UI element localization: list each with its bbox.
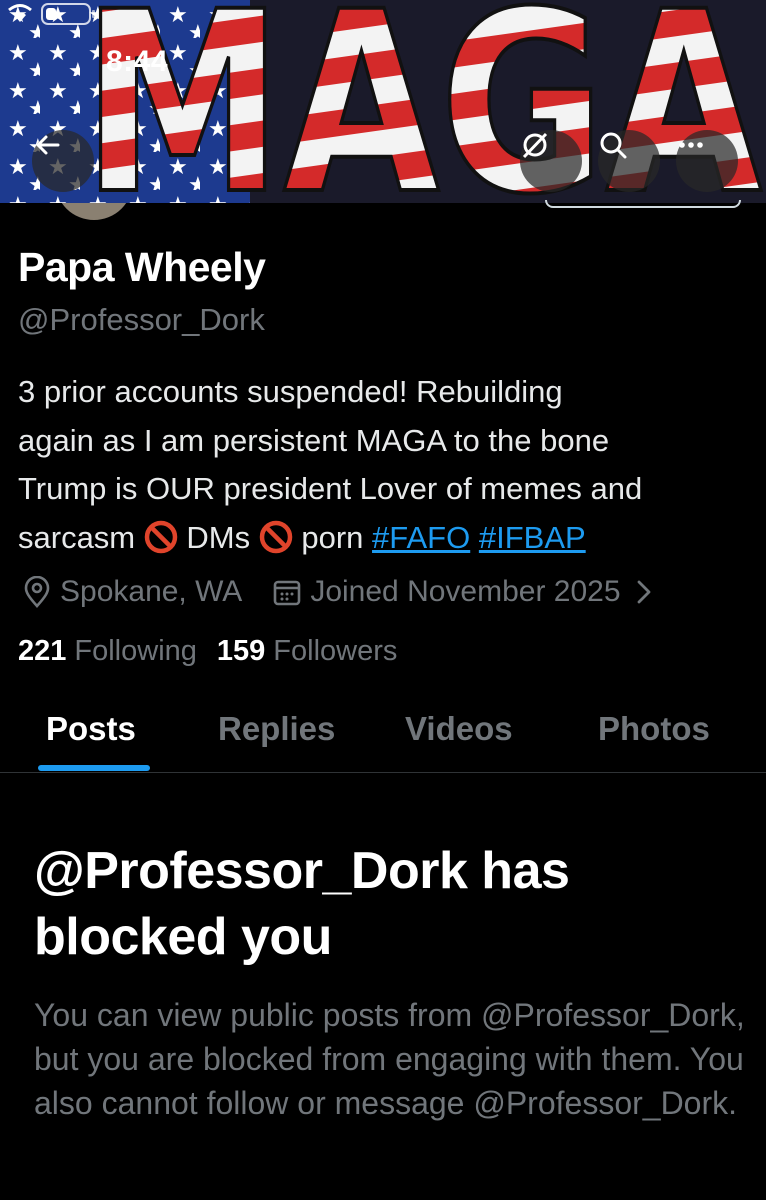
display-name: Papa Wheely (18, 244, 266, 290)
more-icon (679, 142, 703, 148)
following-label: Following (74, 635, 197, 667)
follow-counts: 221 Following 159 Followers (18, 635, 397, 668)
calendar-icon (274, 580, 301, 606)
following-link[interactable]: 221 Following (18, 635, 197, 668)
handle: @Professor_Dork (18, 302, 265, 337)
active-tab-indicator (38, 765, 150, 771)
hashtag-link[interactable]: #IFBAP (479, 520, 586, 555)
status-bar: 8:44 (0, 0, 766, 110)
bio-line: 3 prior accounts suspended! Rebuilding (18, 374, 563, 409)
blocked-title: @Professor_Dork has blocked you (34, 842, 570, 966)
back-button[interactable] (32, 130, 94, 192)
no-entry-icon (144, 520, 178, 553)
bio-line: sarcasm DMs porn #FAFO #IFBAP (18, 514, 758, 563)
battery-icon (41, 3, 95, 25)
search-button[interactable] (598, 130, 660, 192)
bio-text: DMs (186, 519, 251, 555)
tab-videos[interactable]: Videos (405, 710, 513, 748)
blocked-button[interactable] (545, 200, 741, 208)
chevron-right-icon[interactable] (635, 578, 653, 606)
joined-text: Joined November 2025 (310, 575, 621, 608)
location-text: Spokane, WA (60, 575, 243, 608)
bio-line: Trump is OUR president Lover of memes an… (18, 471, 643, 506)
profile-tabs: Posts Replies Videos Photos (0, 700, 766, 773)
back-arrow-icon (36, 135, 60, 155)
bio-text: porn (301, 519, 364, 555)
location-icon (24, 576, 50, 608)
wifi-icon (8, 4, 32, 22)
followers-count: 159 (216, 635, 266, 667)
tab-replies[interactable]: Replies (218, 710, 335, 748)
followers-label: Followers (273, 635, 398, 667)
bio: 3 prior accounts suspended! Rebuilding a… (18, 368, 758, 562)
hashtag-link[interactable]: #FAFO (372, 520, 470, 555)
avatar[interactable] (52, 203, 136, 223)
followers-link[interactable]: 159 Followers (217, 635, 397, 668)
bio-line: again as I am persistent MAGA to the bon… (18, 422, 610, 458)
profile-meta: Spokane, WA Joined November 2025 (22, 570, 661, 614)
search-icon (600, 132, 627, 159)
profile-banner[interactable]: ★ ★ MAGA 8:44 (0, 0, 766, 203)
status-icons (8, 3, 95, 25)
status-time: 8:44 (106, 45, 169, 78)
grok-button[interactable] (520, 130, 582, 192)
tab-photos[interactable]: Photos (598, 710, 710, 748)
no-entry-icon (259, 520, 292, 553)
grok-icon (522, 132, 548, 159)
blocked-description: You can view public posts from @Professo… (34, 997, 745, 1121)
following-count: 221 (18, 635, 67, 667)
bio-text: sarcasm (18, 519, 136, 555)
more-button[interactable] (676, 130, 738, 192)
tab-posts[interactable]: Posts (46, 710, 136, 748)
